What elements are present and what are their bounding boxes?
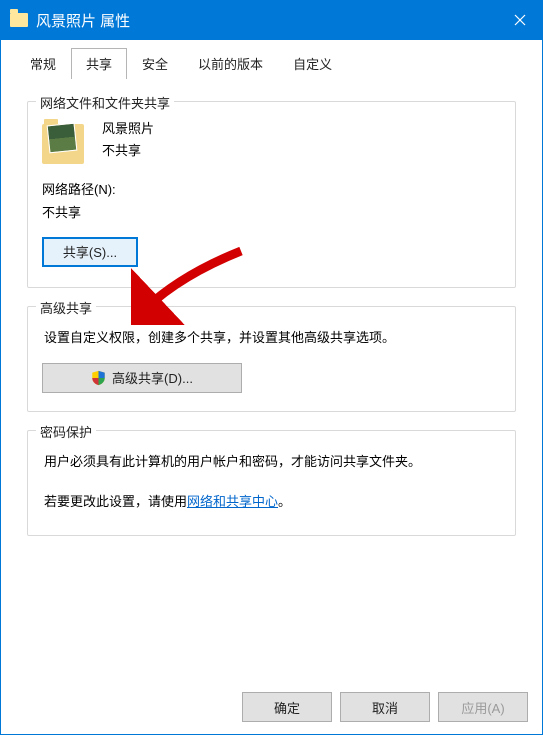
password-line1: 用户必须具有此计算机的用户帐户和密码，才能访问共享文件夹。	[44, 451, 499, 473]
titlebar: 风景照片 属性	[0, 0, 543, 40]
cancel-button[interactable]: 取消	[340, 692, 430, 722]
apply-button[interactable]: 应用(A)	[438, 692, 528, 722]
group-network-sharing: 网络文件和文件夹共享 风景照片 不共享 网络路径(N): 不共享 共享(S)..…	[27, 101, 516, 288]
group-password-protection: 密码保护 用户必须具有此计算机的用户帐户和密码，才能访问共享文件夹。 若要更改此…	[27, 430, 516, 536]
tab-previous-versions[interactable]: 以前的版本	[183, 48, 278, 79]
apply-button-label: 应用(A)	[461, 698, 504, 717]
sharing-panel: 网络文件和文件夹共享 风景照片 不共享 网络路径(N): 不共享 共享(S)..…	[15, 87, 528, 680]
folder-icon	[10, 13, 28, 27]
share-item-status: 不共享	[102, 140, 154, 162]
tab-strip: 常规 共享 安全 以前的版本 自定义	[1, 40, 542, 78]
advanced-share-button-label: 高级共享(D)...	[112, 368, 193, 387]
share-button-label: 共享(S)...	[63, 242, 117, 261]
group-advanced-legend: 高级共享	[36, 298, 96, 317]
network-sharing-center-link[interactable]: 网络和共享中心	[187, 494, 278, 509]
close-button[interactable]	[497, 0, 543, 40]
client-area: 常规 共享 安全 以前的版本 自定义 网络文件和文件夹共享 风景照片 不共享 网…	[0, 40, 543, 735]
group-password-legend: 密码保护	[36, 422, 96, 441]
close-icon	[514, 14, 526, 26]
tab-customize[interactable]: 自定义	[278, 48, 347, 79]
password-line2-suffix: 。	[278, 494, 291, 509]
window-title: 风景照片 属性	[36, 10, 497, 31]
cancel-button-label: 取消	[372, 698, 398, 717]
group-network-legend: 网络文件和文件夹共享	[36, 93, 174, 112]
tab-security[interactable]: 安全	[127, 48, 183, 79]
uac-shield-icon	[91, 370, 106, 386]
advanced-desc: 设置自定义权限，创建多个共享，并设置其他高级共享选项。	[44, 327, 499, 349]
folder-thumb-icon	[42, 118, 88, 164]
ok-button[interactable]: 确定	[242, 692, 332, 722]
advanced-share-button[interactable]: 高级共享(D)...	[42, 363, 242, 393]
password-line2-prefix: 若要更改此设置，请使用	[44, 494, 187, 509]
tab-sharing[interactable]: 共享	[71, 48, 127, 79]
group-advanced-sharing: 高级共享 设置自定义权限，创建多个共享，并设置其他高级共享选项。 高级共享(D)…	[27, 306, 516, 412]
share-item-name: 风景照片	[102, 118, 154, 140]
share-button[interactable]: 共享(S)...	[42, 237, 138, 267]
ok-button-label: 确定	[274, 698, 300, 717]
tab-general[interactable]: 常规	[15, 48, 71, 79]
dialog-button-bar: 确定 取消 应用(A)	[242, 692, 528, 722]
network-path-label: 网络路径(N):	[42, 178, 501, 201]
share-item-row: 风景照片 不共享	[42, 118, 501, 164]
password-line2: 若要更改此设置，请使用网络和共享中心。	[44, 491, 499, 513]
network-path-value: 不共享	[42, 201, 501, 224]
